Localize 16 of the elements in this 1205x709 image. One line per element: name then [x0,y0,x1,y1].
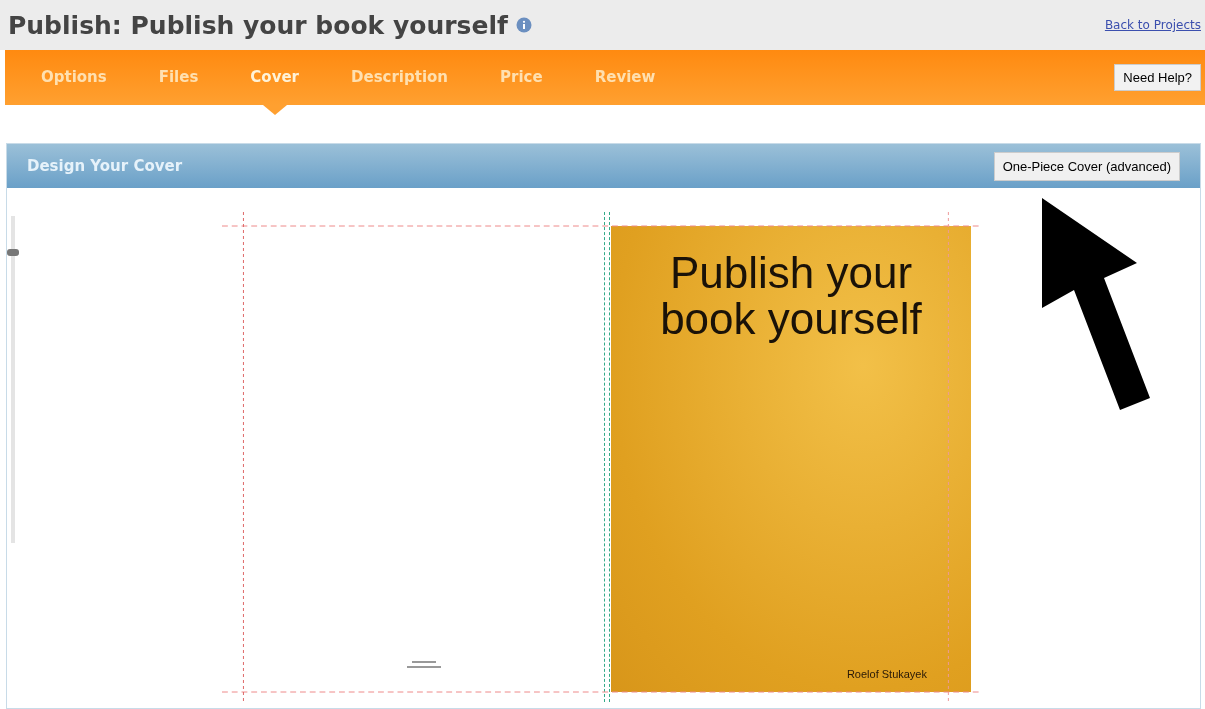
cover-author: Roelof Stukayek [846,668,927,680]
tab[interactable]: Price [484,50,559,115]
tab[interactable]: Files [142,50,215,115]
tab[interactable]: Review [578,50,672,115]
cover-title: Publish your book yourself [659,250,923,343]
tab[interactable]: Options [25,50,123,115]
need-help-button[interactable]: Need Help? [1114,64,1201,91]
barcode-drawing [406,660,442,670]
info-icon[interactable] [515,17,532,33]
panel-title: Design Your Cover [27,157,183,175]
tab[interactable]: Description [335,50,465,115]
slider-thumb[interactable] [7,248,19,256]
tab[interactable]: Cover [234,50,316,115]
back-to-projects-link[interactable]: Back to Projects [1104,18,1201,32]
page-title: Publish: Publish your book yourself [8,10,508,40]
one-piece-cover-button[interactable]: One-Piece Cover (advanced) [993,151,1180,181]
